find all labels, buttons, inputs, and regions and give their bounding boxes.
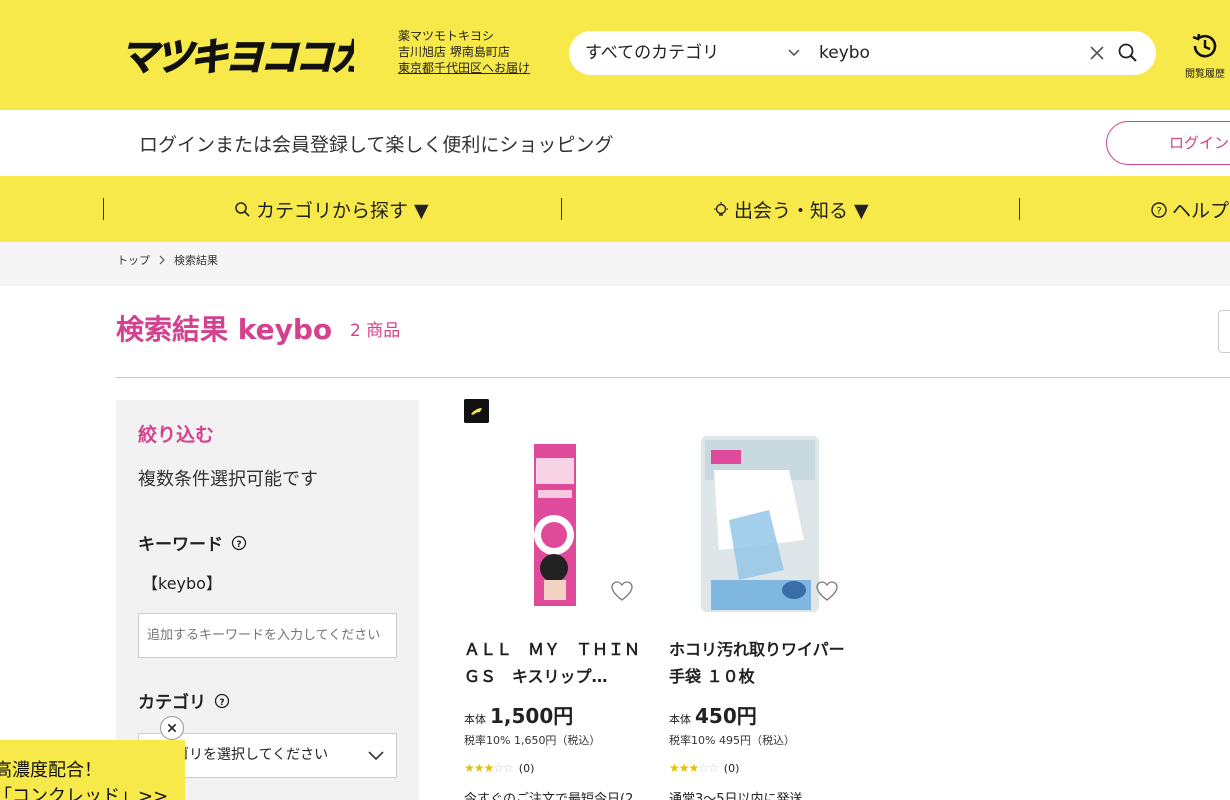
star-rating-icon: ★★★☆☆ bbox=[464, 761, 514, 775]
nav-separator bbox=[103, 198, 104, 220]
rating: ★★★☆☆ (0) bbox=[464, 761, 534, 775]
promo-banner[interactable]: 高濃度配合！ 「コンクレッド」>> bbox=[0, 740, 185, 800]
store-badge-icon bbox=[464, 399, 489, 423]
heart-icon[interactable] bbox=[815, 580, 839, 602]
price-label: 本体 bbox=[464, 713, 486, 726]
keyword-input[interactable] bbox=[138, 613, 397, 658]
history-label: 閲覧履歴 bbox=[1185, 69, 1225, 80]
chevron-down-icon[interactable] bbox=[787, 45, 801, 59]
review-count: (0) bbox=[518, 761, 535, 775]
nav-item-category[interactable]: カテゴリから探す ▼ bbox=[234, 196, 429, 223]
product-name[interactable]: ＡＬＬ ＭＹ ＴＨＩＮＧＳ キスリップ… bbox=[464, 636, 644, 690]
tax-price: 税率10% 495円（税込） bbox=[669, 734, 795, 747]
nav-item-label: 出会う・知る ▼ bbox=[734, 200, 869, 222]
history-icon bbox=[1192, 33, 1217, 58]
tax-price: 税率10% 1,650円（税込） bbox=[464, 734, 601, 747]
price-row: 本体 1,500円 bbox=[464, 700, 573, 729]
close-icon[interactable] bbox=[1087, 43, 1107, 63]
nav-item-discover[interactable]: 出会う・知る ▼ bbox=[712, 196, 869, 223]
nav-separator bbox=[1019, 198, 1020, 220]
chevron-down-icon[interactable] bbox=[366, 745, 386, 765]
help-icon[interactable]: ? bbox=[214, 693, 230, 709]
search-input[interactable] bbox=[819, 37, 1079, 69]
search-bar: すべてのカテゴリ bbox=[569, 31, 1156, 75]
history-button[interactable]: 閲覧履歴 bbox=[1180, 30, 1230, 80]
login-message: ログインまたは会員登録して楽しく便利にショッピング bbox=[139, 134, 614, 156]
nav-item-label: カテゴリから探す ▼ bbox=[256, 200, 429, 222]
product-card[interactable]: ＡＬＬ ＭＹ ＴＨＩＮＧＳ キスリップ… 本体 1,500円 税率10% 1,6… bbox=[464, 430, 649, 800]
svg-text:?: ? bbox=[219, 698, 224, 708]
search-icon[interactable] bbox=[1117, 42, 1139, 64]
site-header: マツキヨココカラ 薬マツモトキヨシ 吉川旭店 堺南島町店 東京都千代田区へお届け… bbox=[0, 0, 1230, 110]
delivery-address-link[interactable]: 東京都千代田区へお届け bbox=[398, 60, 530, 76]
close-icon[interactable] bbox=[160, 716, 184, 740]
search-category-select[interactable]: すべてのカテゴリ bbox=[585, 31, 719, 75]
svg-text:マツキヨココカラ: マツキヨココカラ bbox=[120, 35, 354, 79]
store-line2: 吉川旭店 堺南島町店 bbox=[398, 45, 510, 59]
product-name[interactable]: ホコリ汚れ取りワイパー手袋 １０枚 bbox=[669, 636, 849, 690]
category-label-text: カテゴリ bbox=[138, 693, 206, 713]
login-button[interactable]: ログイン bbox=[1106, 121, 1230, 165]
page-title: 検索結果 keybo bbox=[116, 313, 333, 346]
current-keyword: 【keybo】 bbox=[142, 574, 222, 593]
store-info[interactable]: 薬マツモトキヨシ 吉川旭店 堺南島町店 東京都千代田区へお届け bbox=[398, 28, 530, 76]
heart-icon[interactable] bbox=[610, 580, 634, 602]
breadcrumb-current: 検索結果 bbox=[174, 254, 218, 267]
help-icon[interactable]: ? bbox=[231, 535, 247, 551]
keyword-label-text: キーワード bbox=[138, 535, 223, 555]
price: 1,500円 bbox=[490, 704, 574, 728]
breadcrumb-top[interactable]: トップ bbox=[117, 252, 150, 268]
filter-subtitle: 複数条件選択可能です bbox=[138, 469, 318, 490]
keyword-label: キーワード ? bbox=[138, 530, 247, 555]
main-nav: カテゴリから探す ▼ 出会う・知る ▼ ? ヘルプ bbox=[0, 176, 1230, 242]
svg-text:?: ? bbox=[1156, 206, 1161, 217]
nav-item-label: ヘルプ bbox=[1172, 200, 1230, 222]
help-icon: ? bbox=[1151, 201, 1167, 218]
breadcrumb-band: トップ 検索結果 bbox=[0, 242, 1230, 286]
divider bbox=[116, 377, 1230, 378]
store-line1: 薬マツモトキヨシ bbox=[398, 29, 495, 43]
nav-item-help[interactable]: ? ヘルプ bbox=[1150, 196, 1229, 223]
shipping-info: 通常3～5日以内に発送 bbox=[669, 792, 803, 800]
price-row: 本体 450円 bbox=[669, 700, 757, 729]
nav-separator bbox=[561, 198, 562, 220]
search-icon bbox=[235, 201, 250, 217]
promo-line2[interactable]: 「コンクレッド」>> bbox=[0, 782, 168, 800]
shipping-info: 今すぐのご注文で最短今日(2 bbox=[464, 792, 634, 800]
lightbulb-icon bbox=[714, 201, 728, 216]
product-card[interactable]: ホコリ汚れ取りワイパー手袋 １０枚 本体 450円 税率10% 495円（税込）… bbox=[669, 430, 854, 800]
chevron-right-icon bbox=[159, 255, 165, 265]
sort-select[interactable] bbox=[1218, 310, 1230, 353]
star-rating-icon: ★★★☆☆ bbox=[669, 761, 719, 775]
filter-title: 絞り込む bbox=[138, 424, 215, 446]
price-label: 本体 bbox=[669, 713, 691, 726]
review-count: (0) bbox=[723, 761, 740, 775]
rating: ★★★☆☆ (0) bbox=[669, 761, 739, 775]
price: 450円 bbox=[695, 704, 757, 728]
result-count: 2 商品 bbox=[350, 321, 401, 341]
matsukiyo-cocokara-logo[interactable]: マツキヨココカラ bbox=[118, 30, 354, 80]
login-bar: ログインまたは会員登録して楽しく便利にショッピング ログイン bbox=[0, 110, 1230, 176]
svg-text:?: ? bbox=[236, 540, 241, 550]
breadcrumb: トップ 検索結果 bbox=[117, 252, 218, 268]
category-label: カテゴリ ? bbox=[138, 688, 230, 713]
promo-line1: 高濃度配合！ bbox=[0, 760, 102, 781]
